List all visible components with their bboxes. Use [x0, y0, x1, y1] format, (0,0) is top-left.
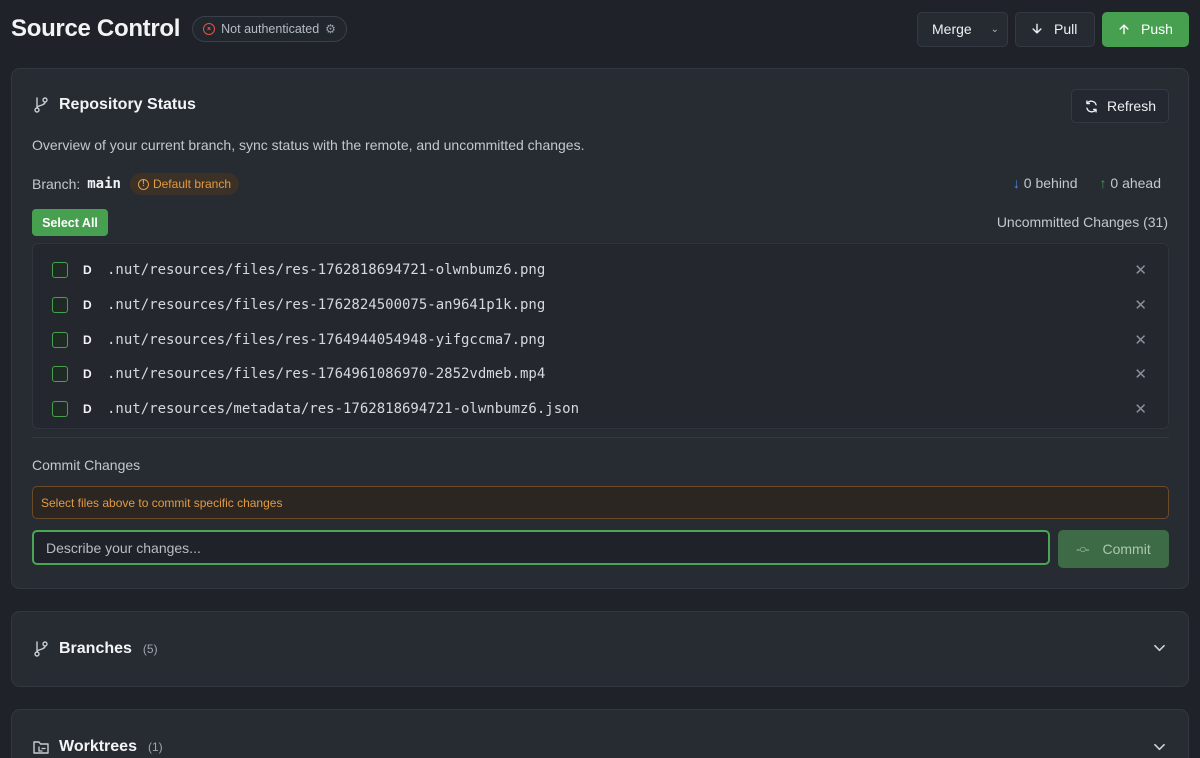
repository-status-header: Repository Status [32, 96, 196, 114]
commit-label: Commit [1102, 541, 1151, 557]
uncommitted-files-list: D .nut/resources/files/res-1762818694721… [32, 243, 1169, 429]
page-title: Source Control [11, 15, 181, 42]
branches-title: Branches [59, 640, 132, 657]
pull-button[interactable]: Pull [1015, 11, 1095, 47]
file-path: .nut/resources/metadata/res-176281869472… [107, 401, 580, 418]
chevron-down-icon[interactable] [1154, 740, 1165, 754]
arrow-down-icon: ↓ [1012, 175, 1020, 191]
header: Source Control Not authenticated ⚙ Merge… [0, 0, 1200, 58]
file-path: .nut/resources/files/res-1762818694721-o… [107, 262, 546, 279]
auth-status-label: Not authenticated [221, 22, 320, 36]
repository-status-panel: Repository Status Refresh Overview of yo… [11, 68, 1189, 589]
branches-panel[interactable]: Branches (5) [11, 611, 1189, 687]
default-branch-badge: ! Default branch [129, 173, 240, 195]
file-path: .nut/resources/files/res-1764961086970-2… [107, 366, 546, 383]
worktrees-panel[interactable]: Worktrees (1) [11, 709, 1189, 758]
commit-warning: Select files above to commit specific ch… [32, 486, 1169, 519]
file-row[interactable]: D .nut/resources/files/res-1764944054948… [33, 322, 1168, 357]
file-row[interactable]: D .nut/resources/files/res-1764961086970… [33, 357, 1168, 392]
discard-icon[interactable]: ✕ [1134, 365, 1147, 383]
arrow-up-icon [1119, 24, 1129, 35]
chevron-down-icon[interactable] [1154, 641, 1165, 655]
behind-count: ↓ 0 behind [1013, 175, 1078, 191]
branches-count: (5) [142, 642, 158, 656]
file-row[interactable]: D .nut/resources/metadata/res-1762818694… [33, 392, 1168, 427]
repository-description: Overview of your current branch, sync st… [32, 137, 585, 153]
ahead-label: 0 ahead [1110, 175, 1161, 191]
refresh-icon [1086, 99, 1097, 113]
behind-label: 0 behind [1023, 175, 1078, 191]
file-row[interactable]: D .nut/resources/files/res-1762824500075… [33, 288, 1168, 323]
file-checkbox[interactable] [52, 262, 68, 279]
ahead-count: ↑ 0 ahead [1100, 175, 1162, 191]
file-status: D [83, 402, 92, 417]
worktrees-count: (1) [147, 740, 163, 754]
push-label: Push [1141, 21, 1173, 37]
git-commit-icon: -○- [1076, 542, 1089, 556]
branches-header: Branches (5) [32, 640, 158, 658]
file-status: D [83, 298, 92, 313]
worktrees-title: Worktrees [59, 738, 137, 755]
file-row[interactable]: D .nut/resources/files/res-1762818694721… [33, 253, 1168, 288]
merge-strategy-select[interactable]: Merge ⌄ [917, 11, 1008, 47]
file-status: D [83, 332, 92, 347]
info-icon: ! [137, 178, 149, 190]
branch-label: Branch: [32, 176, 81, 192]
header-actions: Merge ⌄ Pull Push [917, 11, 1189, 47]
commit-changes-label: Commit Changes [32, 457, 141, 473]
refresh-label: Refresh [1106, 98, 1156, 114]
error-circle-icon [203, 23, 216, 35]
commit-message-input[interactable] [32, 530, 1050, 565]
discard-icon[interactable]: ✕ [1134, 331, 1147, 349]
file-checkbox[interactable] [52, 366, 68, 383]
sync-status: ↓ 0 behind ↑ 0 ahead [1013, 175, 1161, 191]
file-checkbox[interactable] [52, 331, 68, 348]
auth-status-badge[interactable]: Not authenticated ⚙ [192, 16, 347, 42]
worktrees-header: Worktrees (1) [32, 738, 163, 756]
default-branch-label: Default branch [152, 177, 232, 191]
divider [32, 437, 1169, 438]
select-all-button[interactable]: Select All [32, 209, 108, 236]
push-button[interactable]: Push [1102, 11, 1189, 47]
refresh-button[interactable]: Refresh [1071, 89, 1169, 123]
uncommitted-changes-count: Uncommitted Changes (31) [996, 214, 1168, 230]
discard-icon[interactable]: ✕ [1134, 296, 1147, 314]
branch-name: main [87, 176, 121, 192]
file-path: .nut/resources/files/res-1762824500075-a… [107, 297, 546, 314]
arrow-down-icon [1032, 23, 1042, 34]
merge-label: Merge [932, 21, 972, 37]
git-branch-icon [34, 97, 48, 113]
commit-button[interactable]: -○- Commit [1058, 530, 1169, 568]
chevron-down-icon: ⌄ [990, 23, 999, 35]
discard-icon[interactable]: ✕ [1134, 261, 1147, 279]
repository-status-title: Repository Status [59, 96, 196, 113]
discard-icon[interactable]: ✕ [1134, 400, 1147, 418]
file-status: D [83, 367, 92, 382]
branch-info: Branch: main ! Default branch [32, 173, 240, 195]
file-checkbox[interactable] [52, 401, 68, 418]
pull-label: Pull [1054, 21, 1078, 37]
file-status: D [83, 263, 92, 278]
gear-icon[interactable]: ⚙ [325, 22, 336, 36]
folder-tree-icon [33, 741, 49, 754]
file-checkbox[interactable] [52, 297, 68, 314]
file-path: .nut/resources/files/res-1764944054948-y… [107, 331, 546, 348]
arrow-up-icon: ↑ [1099, 175, 1107, 191]
git-branch-icon [34, 641, 48, 657]
